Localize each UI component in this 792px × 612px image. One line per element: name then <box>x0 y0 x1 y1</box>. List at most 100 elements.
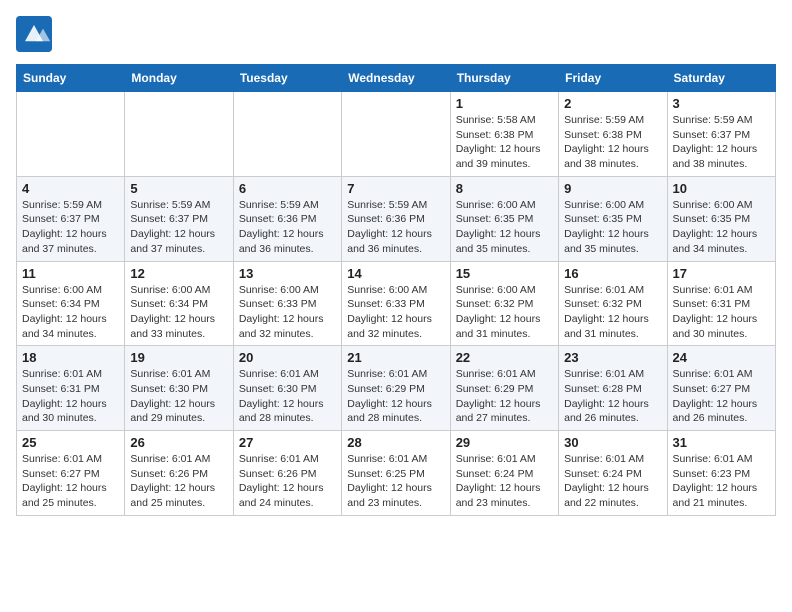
day-number: 21 <box>347 350 444 365</box>
calendar-cell: 31 Sunrise: 6:01 AM Sunset: 6:23 PM Dayli… <box>667 431 775 516</box>
calendar-cell: 28 Sunrise: 6:01 AM Sunset: 6:25 PM Dayli… <box>342 431 450 516</box>
calendar-table: SundayMondayTuesdayWednesdayThursdayFrid… <box>16 64 776 516</box>
calendar-cell: 10 Sunrise: 6:00 AM Sunset: 6:35 PM Dayli… <box>667 176 775 261</box>
calendar-cell: 6 Sunrise: 5:59 AM Sunset: 6:36 PM Daylig… <box>233 176 341 261</box>
calendar-cell: 30 Sunrise: 6:01 AM Sunset: 6:24 PM Dayli… <box>559 431 667 516</box>
day-number: 27 <box>239 435 336 450</box>
day-number: 14 <box>347 266 444 281</box>
day-info: Sunrise: 6:01 AM Sunset: 6:28 PM Dayligh… <box>564 367 661 426</box>
day-info: Sunrise: 6:00 AM Sunset: 6:35 PM Dayligh… <box>673 198 770 257</box>
weekday-header: Tuesday <box>233 65 341 92</box>
calendar-week-row: 25 Sunrise: 6:01 AM Sunset: 6:27 PM Dayli… <box>17 431 776 516</box>
calendar-cell: 24 Sunrise: 6:01 AM Sunset: 6:27 PM Dayli… <box>667 346 775 431</box>
calendar-week-row: 11Sunrise: 6:00 AM Sunset: 6:34 PM Dayli… <box>17 261 776 346</box>
day-info: Sunrise: 6:01 AM Sunset: 6:23 PM Dayligh… <box>673 452 770 511</box>
weekday-header: Monday <box>125 65 233 92</box>
day-info: Sunrise: 6:01 AM Sunset: 6:27 PM Dayligh… <box>673 367 770 426</box>
calendar-cell <box>233 92 341 177</box>
calendar-cell: 7 Sunrise: 5:59 AM Sunset: 6:36 PM Daylig… <box>342 176 450 261</box>
day-number: 23 <box>564 350 661 365</box>
calendar-week-row: 1 Sunrise: 5:58 AM Sunset: 6:38 PM Daylig… <box>17 92 776 177</box>
day-number: 29 <box>456 435 553 450</box>
day-info: Sunrise: 6:01 AM Sunset: 6:27 PM Dayligh… <box>22 452 119 511</box>
page-header <box>16 16 776 52</box>
calendar-cell: 25 Sunrise: 6:01 AM Sunset: 6:27 PM Dayli… <box>17 431 125 516</box>
calendar-cell: 2 Sunrise: 5:59 AM Sunset: 6:38 PM Daylig… <box>559 92 667 177</box>
day-number: 4 <box>22 181 119 196</box>
calendar-cell: 16 Sunrise: 6:01 AM Sunset: 6:32 PM Dayli… <box>559 261 667 346</box>
day-info: Sunrise: 5:59 AM Sunset: 6:36 PM Dayligh… <box>347 198 444 257</box>
calendar-week-row: 18Sunrise: 6:01 AM Sunset: 6:31 PM Dayli… <box>17 346 776 431</box>
day-number: 12 <box>130 266 227 281</box>
calendar-cell: 11Sunrise: 6:00 AM Sunset: 6:34 PM Dayli… <box>17 261 125 346</box>
day-info: Sunrise: 6:01 AM Sunset: 6:24 PM Dayligh… <box>456 452 553 511</box>
day-number: 28 <box>347 435 444 450</box>
day-info: Sunrise: 6:00 AM Sunset: 6:34 PM Dayligh… <box>22 283 119 342</box>
calendar-cell <box>17 92 125 177</box>
day-number: 17 <box>673 266 770 281</box>
day-number: 25 <box>22 435 119 450</box>
calendar-cell: 14 Sunrise: 6:00 AM Sunset: 6:33 PM Dayli… <box>342 261 450 346</box>
calendar-cell: 1 Sunrise: 5:58 AM Sunset: 6:38 PM Daylig… <box>450 92 558 177</box>
day-number: 6 <box>239 181 336 196</box>
day-info: Sunrise: 6:01 AM Sunset: 6:25 PM Dayligh… <box>347 452 444 511</box>
calendar-cell: 17Sunrise: 6:01 AM Sunset: 6:31 PM Dayli… <box>667 261 775 346</box>
calendar-cell: 3 Sunrise: 5:59 AM Sunset: 6:37 PM Daylig… <box>667 92 775 177</box>
day-info: Sunrise: 6:01 AM Sunset: 6:29 PM Dayligh… <box>456 367 553 426</box>
calendar-cell: 13Sunrise: 6:00 AM Sunset: 6:33 PM Dayli… <box>233 261 341 346</box>
day-info: Sunrise: 5:58 AM Sunset: 6:38 PM Dayligh… <box>456 113 553 172</box>
weekday-header: Friday <box>559 65 667 92</box>
day-info: Sunrise: 6:01 AM Sunset: 6:26 PM Dayligh… <box>239 452 336 511</box>
day-number: 10 <box>673 181 770 196</box>
day-info: Sunrise: 6:00 AM Sunset: 6:33 PM Dayligh… <box>239 283 336 342</box>
calendar-cell: 8Sunrise: 6:00 AM Sunset: 6:35 PM Daylig… <box>450 176 558 261</box>
day-number: 5 <box>130 181 227 196</box>
day-info: Sunrise: 5:59 AM Sunset: 6:36 PM Dayligh… <box>239 198 336 257</box>
day-number: 30 <box>564 435 661 450</box>
day-info: Sunrise: 5:59 AM Sunset: 6:38 PM Dayligh… <box>564 113 661 172</box>
weekday-header: Saturday <box>667 65 775 92</box>
calendar-cell: 22Sunrise: 6:01 AM Sunset: 6:29 PM Dayli… <box>450 346 558 431</box>
day-info: Sunrise: 6:01 AM Sunset: 6:29 PM Dayligh… <box>347 367 444 426</box>
day-info: Sunrise: 6:00 AM Sunset: 6:33 PM Dayligh… <box>347 283 444 342</box>
day-info: Sunrise: 6:00 AM Sunset: 6:35 PM Dayligh… <box>564 198 661 257</box>
calendar-cell: 27 Sunrise: 6:01 AM Sunset: 6:26 PM Dayli… <box>233 431 341 516</box>
day-number: 31 <box>673 435 770 450</box>
day-info: Sunrise: 6:01 AM Sunset: 6:32 PM Dayligh… <box>564 283 661 342</box>
day-number: 24 <box>673 350 770 365</box>
day-info: Sunrise: 5:59 AM Sunset: 6:37 PM Dayligh… <box>673 113 770 172</box>
day-number: 26 <box>130 435 227 450</box>
day-number: 16 <box>564 266 661 281</box>
day-number: 3 <box>673 96 770 111</box>
logo <box>16 16 58 52</box>
calendar-cell: 15 Sunrise: 6:00 AM Sunset: 6:32 PM Dayli… <box>450 261 558 346</box>
day-number: 8 <box>456 181 553 196</box>
day-number: 1 <box>456 96 553 111</box>
calendar-week-row: 4 Sunrise: 5:59 AM Sunset: 6:37 PM Daylig… <box>17 176 776 261</box>
weekday-header: Sunday <box>17 65 125 92</box>
calendar-cell <box>342 92 450 177</box>
day-number: 7 <box>347 181 444 196</box>
calendar-cell: 18Sunrise: 6:01 AM Sunset: 6:31 PM Dayli… <box>17 346 125 431</box>
logo-icon <box>16 16 52 52</box>
calendar-cell <box>125 92 233 177</box>
day-number: 15 <box>456 266 553 281</box>
calendar-cell: 29 Sunrise: 6:01 AM Sunset: 6:24 PM Dayli… <box>450 431 558 516</box>
day-info: Sunrise: 5:59 AM Sunset: 6:37 PM Dayligh… <box>130 198 227 257</box>
day-info: Sunrise: 6:01 AM Sunset: 6:24 PM Dayligh… <box>564 452 661 511</box>
calendar-cell: 21 Sunrise: 6:01 AM Sunset: 6:29 PM Dayli… <box>342 346 450 431</box>
day-info: Sunrise: 6:01 AM Sunset: 6:31 PM Dayligh… <box>22 367 119 426</box>
calendar-cell: 19Sunrise: 6:01 AM Sunset: 6:30 PM Dayli… <box>125 346 233 431</box>
day-number: 9 <box>564 181 661 196</box>
day-number: 20 <box>239 350 336 365</box>
day-number: 19 <box>130 350 227 365</box>
calendar-cell: 23 Sunrise: 6:01 AM Sunset: 6:28 PM Dayli… <box>559 346 667 431</box>
day-info: Sunrise: 6:00 AM Sunset: 6:32 PM Dayligh… <box>456 283 553 342</box>
day-info: Sunrise: 6:01 AM Sunset: 6:30 PM Dayligh… <box>239 367 336 426</box>
day-number: 2 <box>564 96 661 111</box>
calendar-cell: 20 Sunrise: 6:01 AM Sunset: 6:30 PM Dayli… <box>233 346 341 431</box>
calendar-cell: 9 Sunrise: 6:00 AM Sunset: 6:35 PM Daylig… <box>559 176 667 261</box>
calendar-cell: 4Sunrise: 5:59 AM Sunset: 6:37 PM Daylig… <box>17 176 125 261</box>
calendar-cell: 26Sunrise: 6:01 AM Sunset: 6:26 PM Dayli… <box>125 431 233 516</box>
calendar-cell: 12Sunrise: 6:00 AM Sunset: 6:34 PM Dayli… <box>125 261 233 346</box>
